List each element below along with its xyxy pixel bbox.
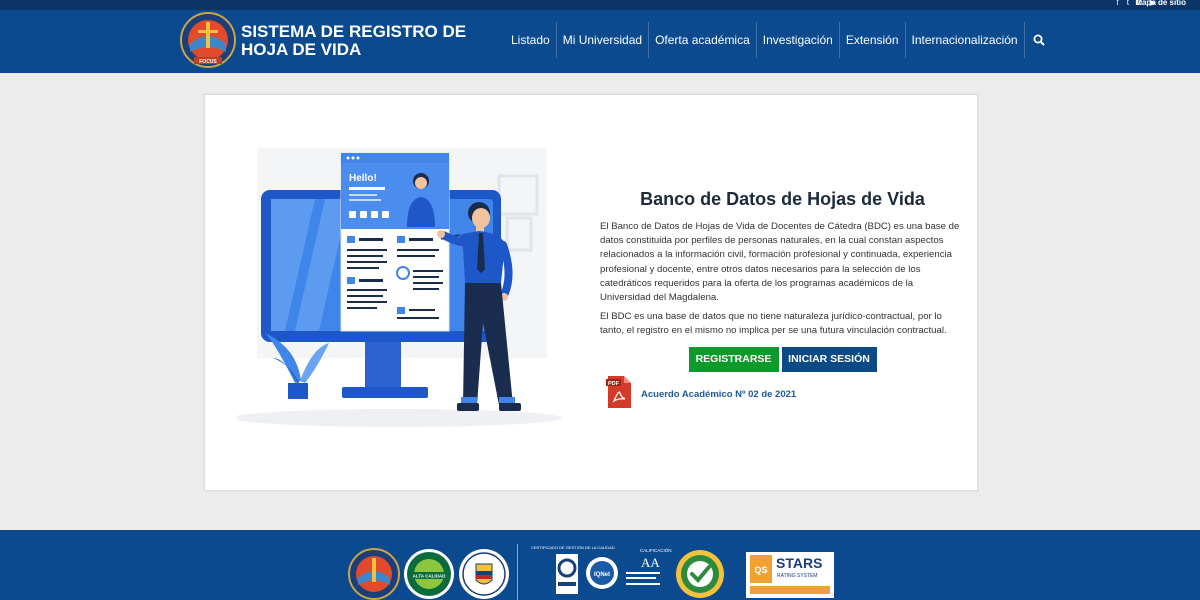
footer-divider (517, 544, 518, 600)
footer-university-logo (348, 548, 400, 600)
nav-item-mi-universidad[interactable]: Mi Universidad (557, 22, 650, 58)
nav-item-oferta-academica[interactable]: Oferta académica (649, 22, 757, 58)
nav-item-listado[interactable]: Listado (505, 22, 557, 58)
svg-text:STARS: STARS (776, 555, 822, 571)
register-button[interactable]: REGISTRARSE (688, 346, 779, 372)
content-card: Hello! Banco de Datos de Hojas de Vida E… (204, 94, 978, 491)
site-title-line1: SISTEMA DE REGISTRO DE (241, 22, 467, 41)
fitch-rating-seal: CALIFICACIÓN AA (626, 547, 672, 585)
site-map-link[interactable]: Mapa de sitio (1135, 0, 1186, 8)
twitter-icon[interactable]: t (1127, 0, 1129, 8)
footer-seals: ALTA CALIDAD CERTIFICADO DE GESTIÓN DE L… (348, 545, 834, 600)
nav-item-extension[interactable]: Extensión (840, 22, 906, 58)
info-panel: Banco de Datos de Hojas de Vida El Banco… (600, 189, 965, 414)
pdf-badge: PDF (608, 381, 620, 387)
svg-text:RATING SYSTEM: RATING SYSTEM (777, 573, 817, 579)
site-header: FOCUS SISTEMA DE REGISTRO DE HOJA DE VID… (0, 10, 1200, 73)
description-paragraph-2: El BDC es una base de datos que no tiene… (600, 311, 947, 337)
page-heading: Banco de Datos de Hojas de Vida (640, 189, 925, 209)
description-paragraph-1: El Banco de Datos de Hojas de Vida de Do… (600, 221, 960, 304)
agreement-row: PDF Acuerdo Académico Nº 02 de 2021 (606, 375, 965, 414)
svg-text:ALTA CALIDAD: ALTA CALIDAD (413, 574, 446, 579)
pdf-icon[interactable]: PDF (606, 375, 632, 414)
iso-certification-seals: CERTIFICADO DE GESTIÓN DE LA CALIDAD IQN… (531, 545, 618, 594)
svg-text:QS: QS (754, 565, 767, 575)
university-logo[interactable]: FOCUS (180, 12, 236, 68)
verified-check-seal (676, 550, 724, 598)
search-icon[interactable] (1025, 22, 1053, 58)
utility-bar: f t ◘ ▶ Mapa de sitio (0, 0, 1200, 10)
resume-illustration: Hello! (232, 143, 587, 433)
main-nav: Listado Mi Universidad Oferta académica … (505, 22, 1053, 58)
facebook-icon[interactable]: f (1117, 0, 1119, 8)
site-footer: ALTA CALIDAD CERTIFICADO DE GESTIÓN DE L… (0, 530, 1200, 600)
svg-text:CALIFICACIÓN: CALIFICACIÓN (640, 547, 672, 553)
svg-text:AA: AA (641, 555, 660, 570)
site-title[interactable]: SISTEMA DE REGISTRO DE HOJA DE VIDA (241, 23, 471, 59)
hello-text: Hello! (349, 173, 377, 184)
alta-calidad-seal: ALTA CALIDAD (404, 549, 454, 599)
colombia-seal (459, 549, 509, 599)
site-title-line2: HOJA DE VIDA (241, 40, 362, 59)
action-buttons: REGISTRARSE INICIAR SESIÓN (600, 346, 965, 372)
login-button[interactable]: INICIAR SESIÓN (781, 346, 877, 372)
nav-item-investigacion[interactable]: Investigación (757, 22, 840, 58)
svg-text:CERTIFICADO DE GESTIÓN DE LA C: CERTIFICADO DE GESTIÓN DE LA CALIDAD (531, 545, 615, 550)
nav-item-internacionalizacion[interactable]: Internacionalización (906, 22, 1025, 58)
qs-stars-badge: QS STARS RATING SYSTEM (746, 552, 834, 598)
svg-text:IQNet: IQNet (594, 572, 610, 578)
agreement-link[interactable]: Acuerdo Académico Nº 02 de 2021 (641, 389, 796, 400)
svg-text:FOCUS: FOCUS (199, 59, 217, 65)
